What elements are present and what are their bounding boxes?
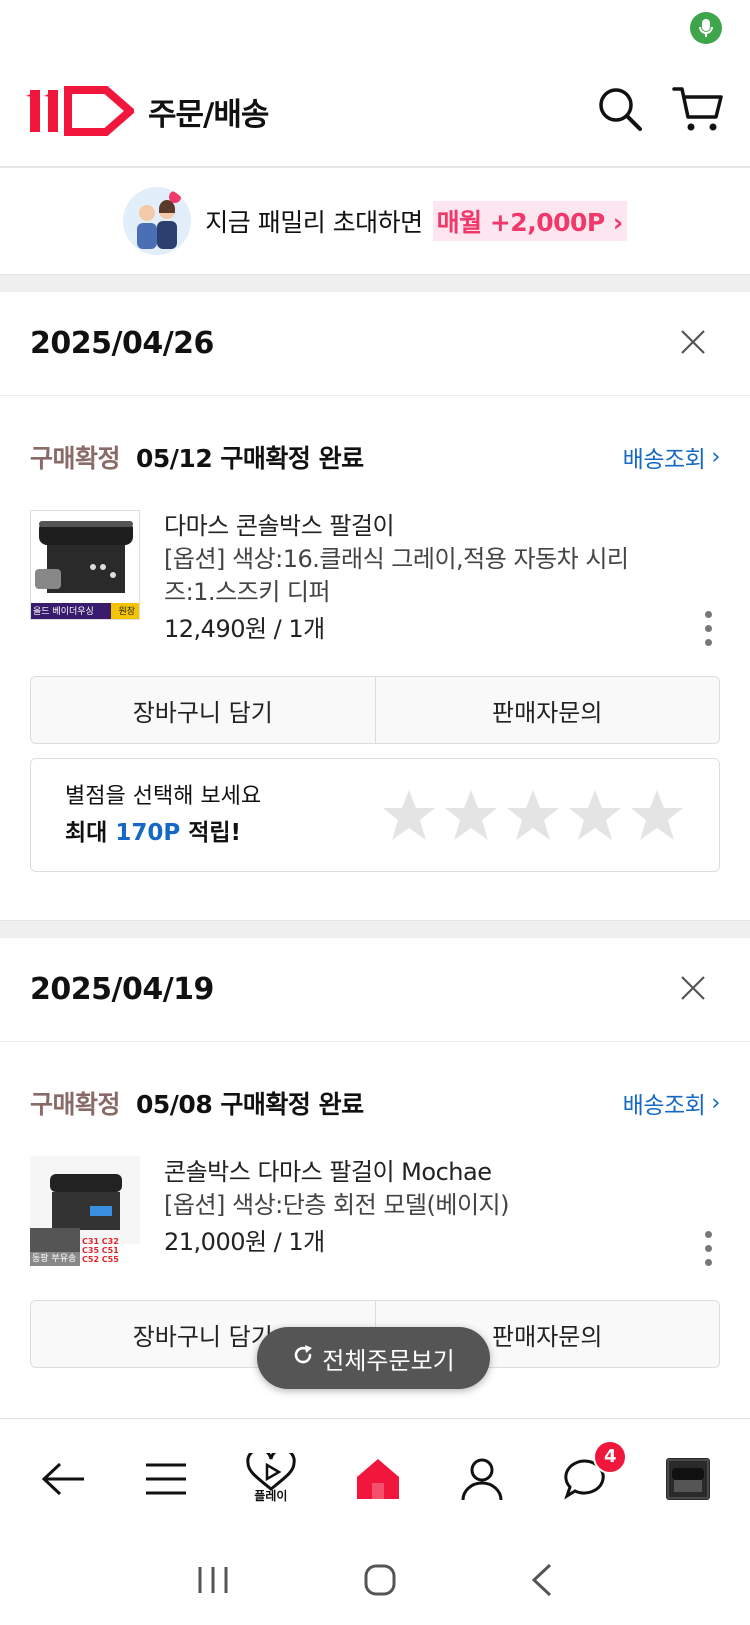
- product-row[interactable]: 올드 베이더우싱 원장 다마스 콘솔박스 팔걸이 [옵션] 색상:16.클래식 …: [0, 510, 750, 646]
- status-bar: [0, 0, 750, 56]
- app-header: 주문/배송: [0, 56, 750, 168]
- product-name: 콘솔박스 다마스 팔걸이 Mochae: [164, 1158, 492, 1186]
- chat-icon[interactable]: 4: [563, 1439, 628, 1500]
- chevron-right-icon: ›: [604, 208, 623, 237]
- bottom-navigation: 플레이 4: [0, 1418, 750, 1538]
- star-icon[interactable]: [629, 788, 685, 842]
- review-points: 최대 170P 적립!: [65, 820, 242, 846]
- order-card: 2025/04/26 구매확정 05/12 구매확정 완료 배송조회 › 올드 베…: [0, 292, 750, 872]
- thumbnail-tag: 동팡 부유송: [32, 1254, 77, 1264]
- recent-apps-icon[interactable]: [196, 1565, 230, 1599]
- review-prompt: 별점을 선택해 보세요: [65, 784, 262, 809]
- order-card: 2025/04/19 구매확정 05/08 구매확정 완료 배송조회 › 동팡 부…: [0, 938, 750, 1368]
- chevron-right-icon: ›: [711, 444, 720, 470]
- star-icon[interactable]: [505, 788, 561, 842]
- order-date: 2025/04/26: [30, 326, 214, 361]
- star-icon[interactable]: [567, 788, 623, 842]
- promo-illustration: [123, 187, 192, 255]
- refresh-icon: [292, 1344, 314, 1372]
- close-icon[interactable]: [680, 329, 706, 359]
- more-options-icon[interactable]: [705, 1231, 712, 1266]
- section-divider: [0, 920, 750, 938]
- page-title: 주문/배송: [148, 96, 269, 133]
- menu-icon[interactable]: [145, 1461, 187, 1497]
- chevron-right-icon: ›: [711, 1090, 720, 1116]
- order-status-text: 05/08 구매확정 완료: [136, 1090, 364, 1119]
- star-rating[interactable]: [381, 788, 685, 842]
- product-row[interactable]: 동팡 부유송 C31 C32 C35 C51 C52 C55 콘솔박스 다마스 …: [0, 1156, 750, 1266]
- seller-inquiry-button[interactable]: 판매자문의: [374, 677, 720, 743]
- order-date: 2025/04/19: [30, 972, 214, 1007]
- order-status-text: 05/12 구매확정 완료: [136, 444, 364, 473]
- thumbnail-tag: 올드 베이더우싱: [33, 607, 94, 617]
- product-thumbnail[interactable]: 올드 베이더우싱 원장: [30, 510, 140, 620]
- section-divider: [0, 274, 750, 292]
- review-box: 별점을 선택해 보세요 최대 170P 적립!: [30, 758, 720, 872]
- track-delivery-link[interactable]: 배송조회 ›: [623, 1086, 721, 1120]
- product-price: 21,000원 / 1개: [164, 1228, 325, 1256]
- back-button-icon[interactable]: [530, 1563, 554, 1601]
- product-name: 다마스 콘솔박스 팔걸이: [164, 512, 395, 540]
- notification-badge: 4: [593, 1439, 628, 1474]
- track-delivery-link[interactable]: 배송조회 ›: [623, 440, 721, 474]
- home-button-icon[interactable]: [363, 1563, 397, 1601]
- thumbnail-tag: C31 C32 C35 C51 C52 C55: [82, 1237, 119, 1264]
- promo-highlight: 매월 +2,000P ›: [432, 201, 627, 241]
- star-icon[interactable]: [381, 788, 437, 842]
- nav-play-label: 플레이: [254, 1489, 288, 1503]
- promo-text: 지금 패밀리 초대하면: [205, 208, 423, 237]
- home-icon[interactable]: [355, 1457, 401, 1501]
- product-option: 즈:1.스즈키 디퍼: [164, 578, 331, 606]
- search-icon[interactable]: [596, 85, 644, 137]
- close-icon[interactable]: [680, 975, 706, 1005]
- brand-logo[interactable]: [26, 86, 134, 136]
- product-thumbnail[interactable]: 동팡 부유송 C31 C32 C35 C51 C52 C55: [30, 1156, 140, 1266]
- view-all-orders-button[interactable]: 전체주문보기: [257, 1327, 490, 1389]
- cart-icon[interactable]: [672, 85, 724, 137]
- play-heart-icon: [246, 1453, 296, 1491]
- add-to-cart-button[interactable]: 장바구니 담기: [31, 677, 375, 743]
- more-options-icon[interactable]: [705, 611, 712, 646]
- product-option: [옵션] 색상:16.클래식 그레이,적용 자동차 시리: [164, 545, 629, 573]
- product-price: 12,490원 / 1개: [164, 615, 325, 643]
- my-page-icon[interactable]: [460, 1457, 504, 1501]
- order-status-label: 구매확정: [30, 444, 121, 473]
- thumbnail-tag: 원장: [118, 607, 135, 617]
- recent-viewed-thumbnail[interactable]: [666, 1457, 711, 1500]
- product-option: [옵션] 색상:단층 회전 모델(베이지): [164, 1191, 509, 1219]
- order-status-label: 구매확정: [30, 1090, 121, 1119]
- star-icon[interactable]: [443, 788, 499, 842]
- nav-play[interactable]: 플레이: [246, 1453, 296, 1504]
- microphone-icon: [690, 12, 722, 44]
- back-icon[interactable]: [40, 1461, 86, 1497]
- system-navigation: [0, 1538, 750, 1625]
- family-invite-banner[interactable]: 지금 패밀리 초대하면 매월 +2,000P ›: [0, 168, 750, 274]
